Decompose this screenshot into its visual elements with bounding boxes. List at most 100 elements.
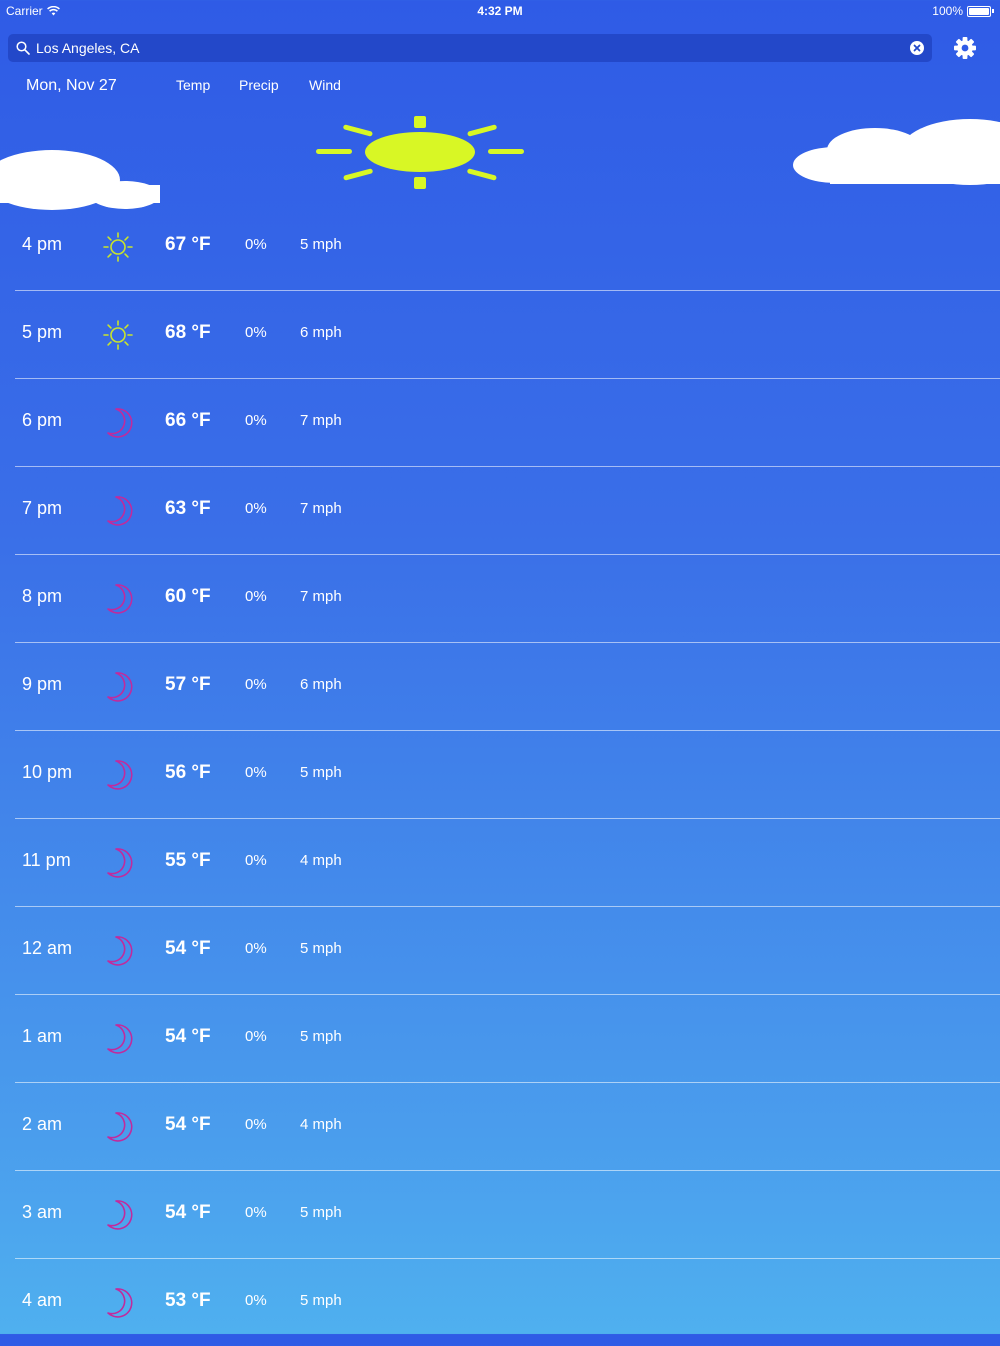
clear-search-button[interactable]	[910, 41, 924, 55]
hour-precip: 0%	[245, 1204, 267, 1221]
column-header: Mon, Nov 27 Temp Precip Wind	[0, 77, 1000, 97]
hour-temp: 54 °F	[165, 1114, 211, 1135]
hour-precip: 0%	[245, 764, 267, 781]
hour-temp: 60 °F	[165, 586, 211, 607]
weather-scene	[0, 116, 1000, 210]
hour-row: 3 am 54 °F 0% 5 mph	[15, 1171, 1000, 1259]
hour-temp: 54 °F	[165, 938, 211, 959]
hour-row: 11 pm 55 °F 0% 4 mph	[15, 819, 1000, 907]
hour-time: 3 am	[22, 1202, 63, 1222]
search-bar[interactable]	[8, 34, 932, 62]
status-battery: 100%	[932, 4, 994, 18]
hour-precip: 0%	[245, 588, 267, 605]
hour-temp: 57 °F	[165, 674, 211, 695]
hour-precip: 0%	[245, 1292, 267, 1309]
hour-row: 4 am 53 °F 0% 5 mph	[15, 1259, 1000, 1346]
hour-row: 8 pm 60 °F 0% 7 mph	[15, 555, 1000, 643]
hour-row: 6 pm 66 °F 0% 7 mph	[15, 379, 1000, 467]
hour-temp: 55 °F	[165, 850, 211, 871]
hour-wind: 5 mph	[300, 940, 342, 957]
gear-icon	[954, 37, 976, 59]
moon-icon	[100, 933, 136, 969]
close-icon	[913, 44, 921, 52]
hour-time: 9 pm	[22, 674, 63, 694]
hour-row: 7 pm 63 °F 0% 7 mph	[15, 467, 1000, 555]
hour-temp: 67 °F	[165, 234, 211, 255]
hour-time: 11 pm	[22, 850, 71, 870]
hour-wind: 7 mph	[300, 412, 342, 429]
moon-icon	[100, 1285, 136, 1321]
hour-wind: 4 mph	[300, 1116, 342, 1133]
hour-wind: 5 mph	[300, 236, 342, 253]
hour-wind: 5 mph	[300, 764, 342, 781]
hour-row: 10 pm 56 °F 0% 5 mph	[15, 731, 1000, 819]
hour-wind: 7 mph	[300, 588, 342, 605]
hour-wind: 5 mph	[300, 1204, 342, 1221]
sun-icon	[100, 317, 136, 353]
moon-icon	[100, 581, 136, 617]
hour-wind: 7 mph	[300, 500, 342, 517]
search-icon	[16, 41, 30, 55]
cloud-left-icon	[0, 150, 160, 210]
sun-icon	[316, 116, 524, 189]
hour-temp: 53 °F	[165, 1290, 211, 1311]
hour-wind: 6 mph	[300, 676, 342, 693]
status-time: 4:32 PM	[477, 4, 523, 18]
battery-icon	[967, 5, 991, 17]
hour-row: 12 am 54 °F 0% 5 mph	[15, 907, 1000, 995]
hour-precip: 0%	[245, 412, 267, 429]
settings-button[interactable]	[952, 35, 978, 61]
hour-time: 7 pm	[22, 498, 63, 518]
hour-temp: 56 °F	[165, 762, 211, 783]
hour-time: 4 am	[22, 1290, 63, 1310]
hour-temp: 54 °F	[165, 1202, 211, 1223]
moon-icon	[100, 405, 136, 441]
hour-precip: 0%	[245, 852, 267, 869]
hour-precip: 0%	[245, 324, 267, 341]
hour-temp: 68 °F	[165, 322, 211, 343]
hour-time: 12 am	[22, 938, 73, 958]
hour-time: 8 pm	[22, 586, 63, 606]
moon-icon	[100, 1197, 136, 1233]
hour-row: 4 pm 67 °F 0% 5 mph	[15, 203, 1000, 291]
moon-icon	[100, 1109, 136, 1145]
hour-temp: 66 °F	[165, 410, 211, 431]
moon-icon	[100, 757, 136, 793]
hour-precip: 0%	[245, 676, 267, 693]
hour-precip: 0%	[245, 500, 267, 517]
hour-precip: 0%	[245, 1028, 267, 1045]
cloud-right-icon	[793, 119, 1000, 185]
hour-row: 9 pm 57 °F 0% 6 mph	[15, 643, 1000, 731]
hour-time: 10 pm	[22, 762, 73, 782]
hour-wind: 6 mph	[300, 324, 342, 341]
search-input[interactable]	[36, 40, 910, 56]
hour-precip: 0%	[245, 940, 267, 957]
sun-icon	[100, 229, 136, 265]
hour-time: 1 am	[22, 1026, 63, 1046]
hour-row: 5 pm 68 °F 0% 6 mph	[15, 291, 1000, 379]
wind-column-header: Wind	[309, 77, 341, 93]
temp-column-header: Temp	[176, 77, 211, 93]
hour-time: 6 pm	[22, 410, 63, 430]
moon-icon	[100, 1021, 136, 1057]
hour-precip: 0%	[245, 1116, 267, 1133]
hour-row: 2 am 54 °F 0% 4 mph	[15, 1083, 1000, 1171]
hour-wind: 4 mph	[300, 852, 342, 869]
hour-time: 2 am	[22, 1114, 63, 1134]
hour-time: 4 pm	[22, 234, 63, 254]
hour-temp: 54 °F	[165, 1026, 211, 1047]
battery-percent: 100%	[932, 4, 963, 18]
status-bar: Carrier 4:32 PM 100%	[0, 0, 1000, 22]
hourly-forecast-list[interactable]: 4 pm 67 °F 0% 5 mph 5 pm 68 °F 0% 6 mph 6 pm 66 °…	[0, 203, 1000, 1346]
hour-wind: 5 mph	[300, 1292, 342, 1309]
moon-icon	[100, 493, 136, 529]
moon-icon	[100, 669, 136, 705]
precip-column-header: Precip	[239, 77, 279, 93]
moon-icon	[100, 845, 136, 881]
hour-row: 1 am 54 °F 0% 5 mph	[15, 995, 1000, 1083]
hour-temp: 63 °F	[165, 498, 211, 519]
hour-time: 5 pm	[22, 322, 63, 342]
hour-wind: 5 mph	[300, 1028, 342, 1045]
date-label[interactable]: Mon, Nov 27	[26, 77, 117, 95]
hour-precip: 0%	[245, 236, 267, 253]
